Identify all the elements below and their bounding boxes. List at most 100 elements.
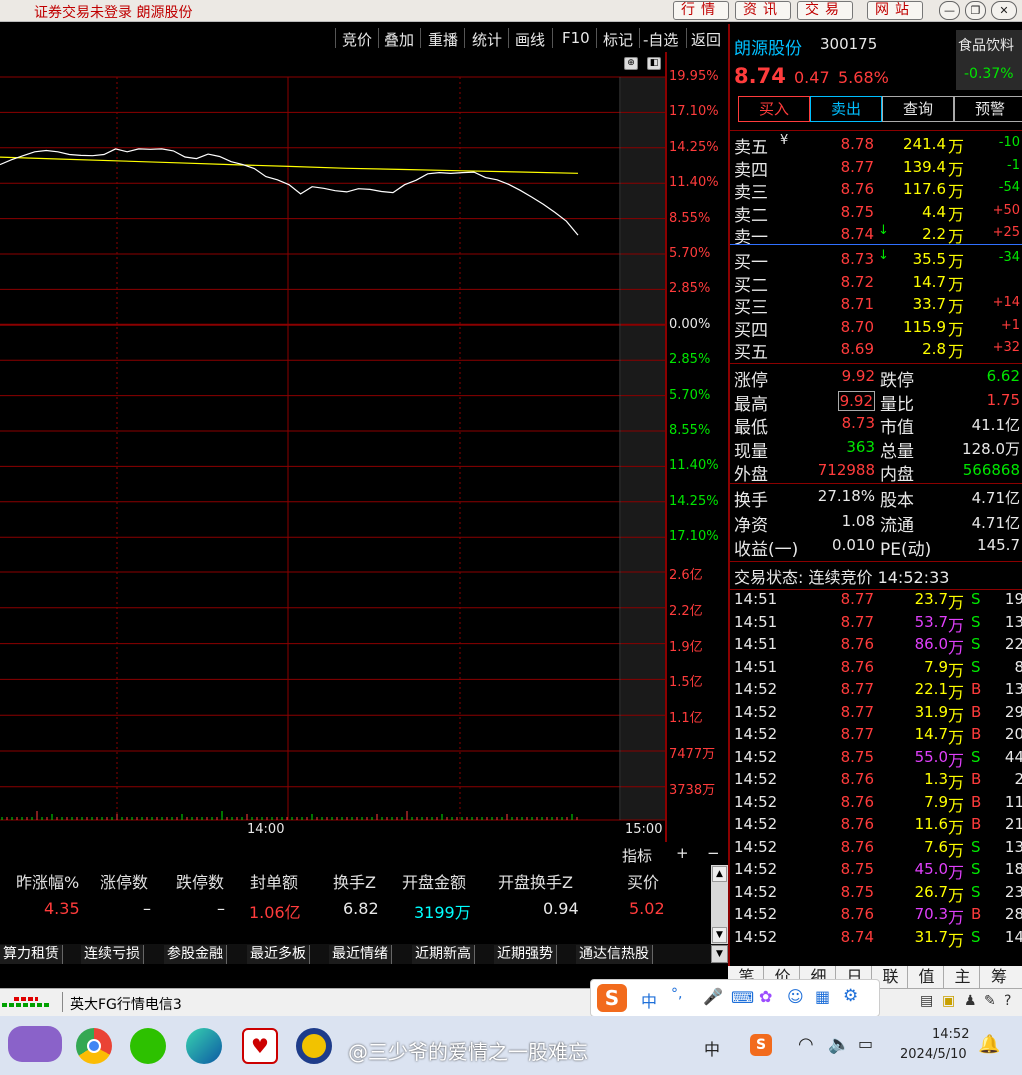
- statistics-tool[interactable]: 统计: [472, 29, 502, 50]
- wechat-icon[interactable]: [130, 1028, 166, 1064]
- help-icon[interactable]: ?: [1004, 993, 1011, 1009]
- tick-side: S: [971, 860, 981, 878]
- tick-row: 14:52 8.75 45.0 万 S 18: [730, 860, 1022, 882]
- wifi-icon[interactable]: ◠: [798, 1034, 814, 1055]
- tick-side: S: [971, 837, 981, 856]
- tick-side: B: [971, 680, 982, 698]
- microphone-icon[interactable]: 🎤: [703, 987, 723, 1006]
- quote-stat-value: 145.7: [977, 536, 1020, 554]
- replay-tool[interactable]: 重播: [428, 29, 458, 50]
- auction-tool[interactable]: 竞价: [342, 29, 372, 50]
- orderbook-price: 8.76: [840, 180, 874, 199]
- trade-button[interactable]: 交易: [797, 1, 853, 20]
- tabs-dropdown-icon[interactable]: ▼: [711, 945, 728, 963]
- tick-count: 20: [1004, 725, 1022, 743]
- clock-time[interactable]: 14:52: [932, 1027, 969, 1042]
- sector-box[interactable]: 食品饮料 -0.37%: [956, 30, 1022, 90]
- overlay-tool[interactable]: 叠加: [384, 29, 414, 50]
- widgets-icon[interactable]: [8, 1026, 62, 1062]
- tick-side: B: [971, 792, 982, 811]
- battery-icon[interactable]: ▭: [858, 1034, 873, 1053]
- alert-button[interactable]: 预警: [954, 96, 1022, 122]
- orderbook-volume-unit: 万: [948, 182, 965, 202]
- notification-bell-icon[interactable]: 🔔: [978, 1034, 1000, 1055]
- sheet-tab[interactable]: 参股金融: [164, 945, 227, 964]
- tab-value[interactable]: 值: [910, 966, 944, 988]
- tick-time: 14:51: [734, 657, 778, 676]
- price-axis-label: 19.95%: [669, 69, 719, 84]
- sheet-tab[interactable]: 最近情绪: [329, 945, 392, 964]
- volume-axis-label: 3738万: [669, 782, 716, 798]
- watchlist-tool[interactable]: -自选: [643, 29, 678, 50]
- sheet-tab[interactable]: 近期强势: [494, 945, 557, 964]
- restore-icon[interactable]: ❐: [965, 1, 986, 20]
- zoom-icon[interactable]: ⊕: [624, 57, 638, 70]
- website-button[interactable]: 网站: [867, 1, 923, 20]
- user-icon[interactable]: ♟: [964, 993, 977, 1009]
- chrome-icon[interactable]: [76, 1028, 112, 1064]
- stat-header: 换手Z: [333, 873, 376, 892]
- minimize-icon[interactable]: —: [939, 1, 960, 20]
- tick-count: 13: [1004, 680, 1022, 698]
- scroll-down-icon[interactable]: ▼: [712, 927, 727, 943]
- buy-button[interactable]: 买入: [738, 96, 810, 122]
- tools-icon[interactable]: ✎: [984, 993, 996, 1009]
- keyboard-icon[interactable]: ⌨: [731, 988, 754, 1007]
- orderbook-level-label: 买二: [734, 275, 768, 296]
- orderbook-volume-unit: 万: [948, 297, 965, 317]
- mark-tool[interactable]: 标记: [603, 29, 633, 50]
- ime-indicator[interactable]: 中: [704, 1036, 720, 1060]
- indicator-label[interactable]: 指标: [622, 845, 652, 866]
- cards-game-icon[interactable]: ♥: [242, 1028, 278, 1064]
- draw-line-tool[interactable]: 画线: [515, 29, 545, 50]
- tab-main[interactable]: 主: [946, 966, 980, 988]
- scroll-up-icon[interactable]: ▲: [712, 866, 727, 882]
- news-button[interactable]: 资讯: [735, 1, 791, 20]
- orderbook-delta: -10: [998, 135, 1020, 150]
- orderbook-mark-icon: ¥: [780, 133, 789, 148]
- back-tool[interactable]: 返回: [691, 29, 721, 50]
- settings-icon[interactable]: ⚙: [843, 986, 858, 1006]
- tab-chips[interactable]: 筹: [982, 966, 1016, 988]
- sheet-tab[interactable]: 连续亏损: [81, 945, 144, 964]
- query-button[interactable]: 查询: [882, 96, 954, 122]
- volume-icon[interactable]: 🔈: [828, 1034, 850, 1055]
- sheet-tab[interactable]: 算力租赁: [0, 945, 63, 964]
- quote-stat-label: 市值: [880, 418, 914, 438]
- tick-row: 14:52 8.76 1.3 万 B 2: [730, 770, 1022, 792]
- panel-toggle-icon[interactable]: ◧: [647, 57, 661, 70]
- orderbook-volume-unit: 万: [948, 252, 965, 271]
- grid-apps-icon[interactable]: ▦: [815, 987, 830, 1006]
- stat-value: 0.94: [543, 899, 579, 918]
- orderbook-volume-unit: 万: [948, 137, 965, 156]
- title-bar: 证券交易未登录 朗源股份 行情 资讯 交易 网站 — ❐ ✕: [0, 0, 1022, 22]
- remove-indicator-button[interactable]: −: [707, 844, 720, 862]
- orderbook-price: 8.69: [840, 340, 874, 359]
- tick-count: 2: [1014, 770, 1022, 788]
- sheet-tab[interactable]: 最近多板: [247, 945, 310, 964]
- edge-icon[interactable]: [186, 1028, 222, 1064]
- window-title: 证券交易未登录 朗源股份: [34, 5, 193, 21]
- close-icon[interactable]: ✕: [991, 1, 1017, 20]
- sheet-tab[interactable]: 近期新高: [412, 945, 475, 964]
- skin-icon[interactable]: ✿: [759, 987, 772, 1006]
- sogou-tray-icon[interactable]: S: [750, 1034, 772, 1056]
- quote-stat-label: 最高: [734, 394, 768, 415]
- clock-date[interactable]: 2024/5/10: [900, 1047, 967, 1062]
- layout-icon[interactable]: ▤: [920, 993, 933, 1009]
- f10-tool[interactable]: F10: [562, 29, 590, 47]
- orderbook-delta: -34: [998, 250, 1020, 265]
- tick-side: S: [971, 882, 981, 901]
- bot-icon[interactable]: ☺: [787, 987, 804, 1006]
- sheet-tab[interactable]: 通达信热股: [576, 945, 653, 964]
- add-indicator-button[interactable]: +: [676, 844, 689, 862]
- orderbook-volume: 241.4: [903, 135, 946, 153]
- lock-icon[interactable]: ▣: [942, 993, 955, 1009]
- market-button[interactable]: 行情: [673, 1, 729, 20]
- stats-scrollbar[interactable]: ▲ ▼: [711, 865, 728, 945]
- ime-mode[interactable]: 中: [641, 988, 657, 1012]
- sell-button[interactable]: 卖出: [810, 96, 882, 122]
- tick-price: 8.76: [840, 837, 874, 856]
- ime-punct[interactable]: °,: [671, 986, 682, 1002]
- stock-app-icon[interactable]: [296, 1028, 332, 1064]
